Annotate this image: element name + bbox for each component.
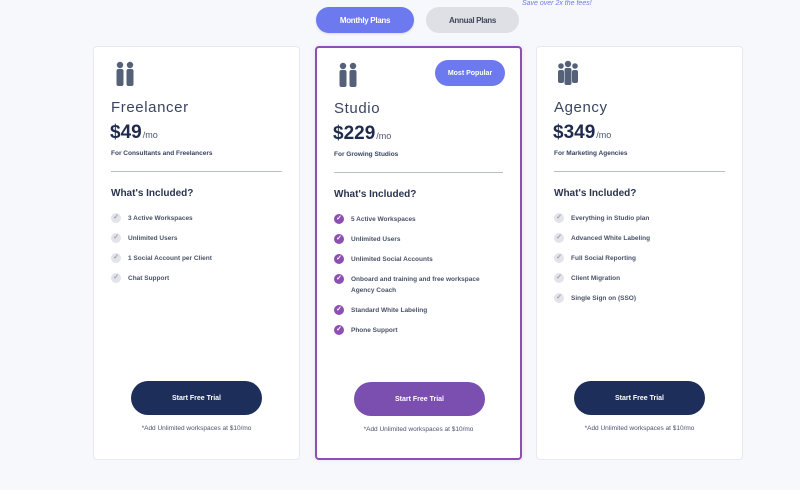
check-icon: ✓ — [111, 233, 121, 243]
feature-item: ✓ Onboard and training and free workspace… — [334, 274, 509, 296]
feature-item: ✓ Standard White Labeling — [334, 305, 509, 316]
start-free-trial-button[interactable]: Start Free Trial — [131, 381, 262, 415]
check-icon: ✓ — [111, 273, 121, 283]
check-icon: ✓ — [334, 325, 344, 335]
plan-name: Agency — [554, 99, 608, 116]
check-icon: ✓ — [334, 274, 344, 284]
check-icon: ✓ — [334, 234, 344, 244]
divider — [554, 171, 725, 172]
check-icon: ✓ — [111, 253, 121, 263]
feature-item: ✓ Everything in Studio plan — [554, 213, 729, 224]
check-icon: ✓ — [554, 233, 564, 243]
start-free-trial-button[interactable]: Start Free Trial — [574, 381, 705, 415]
plan-card-studio: Most Popular Studio $229/mo For Growing … — [315, 46, 522, 460]
plan-card-freelancer: Freelancer $49/mo For Consultants and Fr… — [93, 46, 300, 460]
feature-item: ✓ Unlimited Social Accounts — [334, 254, 509, 265]
feature-item: ✓ Unlimited Users — [334, 234, 509, 245]
footnote: *Add Unlimited workspaces at $10/mo — [363, 426, 474, 433]
check-icon: ✓ — [554, 273, 564, 283]
feature-item: ✓ 5 Active Workspaces — [334, 214, 509, 225]
feature-item: ✓ Single Sign on (SSO) — [554, 293, 729, 304]
most-popular-badge: Most Popular — [435, 60, 505, 86]
feature-item: ✓ Client Migration — [554, 273, 729, 284]
check-icon: ✓ — [334, 214, 344, 224]
feature-item: ✓ Advanced White Labeling — [554, 233, 729, 244]
divider — [334, 172, 503, 173]
plan-card-agency: Agency $349/mo For Marketing Agencies Wh… — [536, 46, 743, 460]
annual-plans-toggle[interactable]: Annual Plans — [426, 7, 519, 33]
billing-toggle: Monthly Plans Annual Plans — [316, 7, 521, 35]
plan-name: Freelancer — [111, 99, 189, 116]
feature-item: ✓ Chat Support — [111, 273, 286, 284]
feature-item: ✓ Full Social Reporting — [554, 253, 729, 264]
divider — [111, 171, 282, 172]
check-icon: ✓ — [334, 305, 344, 315]
plan-description: For Growing Studios — [334, 151, 399, 158]
feature-item: ✓ 3 Active Workspaces — [111, 213, 286, 224]
feature-item: ✓ 1 Social Account per Client — [111, 253, 286, 264]
feature-item: ✓ Phone Support — [334, 325, 509, 336]
group-icon — [558, 60, 578, 85]
included-heading: What's Included? — [334, 189, 417, 200]
check-icon: ✓ — [334, 254, 344, 264]
check-icon: ✓ — [554, 253, 564, 263]
feature-list: ✓ Everything in Studio plan ✓ Advanced Whi… — [554, 213, 729, 313]
plan-description: For Marketing Agencies — [554, 150, 628, 157]
feature-list: ✓ 5 Active Workspaces ✓ Unlimited Users ✓ U… — [334, 214, 509, 345]
check-icon: ✓ — [554, 213, 564, 223]
feature-list: ✓ 3 Active Workspaces ✓ Unlimited Users ✓ 1… — [111, 213, 286, 293]
check-icon: ✓ — [554, 293, 564, 303]
included-heading: What's Included? — [111, 188, 194, 199]
start-free-trial-button[interactable]: Start Free Trial — [354, 382, 485, 416]
save-note: Save over 2x the fees! — [522, 0, 592, 7]
plan-price: $229/mo — [333, 123, 392, 144]
monthly-plans-toggle[interactable]: Monthly Plans — [316, 7, 414, 33]
feature-item: ✓ Unlimited Users — [111, 233, 286, 244]
plan-price: $349/mo — [553, 122, 612, 143]
people-icon — [339, 62, 357, 87]
people-icon — [116, 61, 134, 86]
footnote: *Add Unlimited workspaces at $10/mo — [584, 425, 695, 432]
footnote: *Add Unlimited workspaces at $10/mo — [141, 425, 252, 432]
included-heading: What's Included? — [554, 188, 637, 199]
plan-name: Studio — [334, 100, 381, 117]
plan-description: For Consultants and Freelancers — [111, 150, 213, 157]
check-icon: ✓ — [111, 213, 121, 223]
plan-price: $49/mo — [110, 122, 158, 143]
